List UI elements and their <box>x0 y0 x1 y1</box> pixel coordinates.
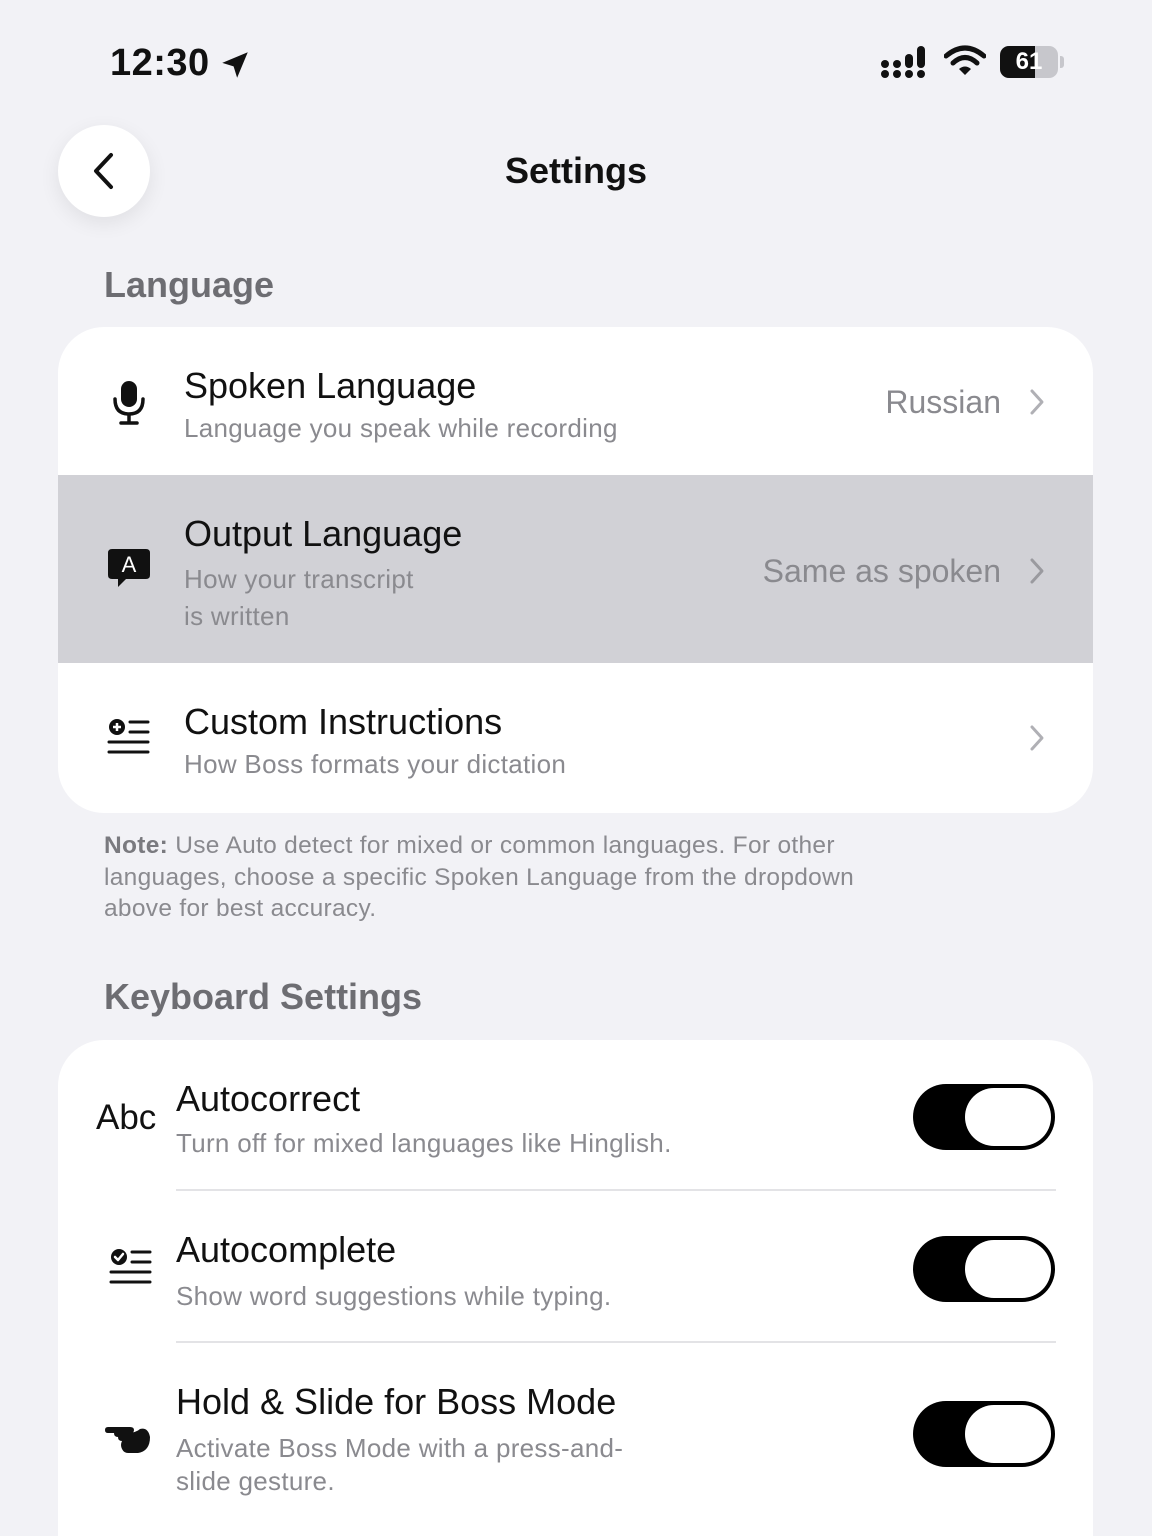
hold-slide-boss-mode-row: Hold & Slide for Boss Mode Activate Boss… <box>58 1343 1093 1536</box>
autocomplete-toggle[interactable] <box>913 1236 1055 1302</box>
page-title: Settings <box>504 150 647 191</box>
cellular-signal-icon <box>881 46 925 78</box>
output-language-row[interactable]: A Output Language How your transcript is… <box>58 475 1093 663</box>
autocorrect-title: Autocorrect <box>176 1078 361 1119</box>
chevron-right-icon <box>1030 725 1044 751</box>
section-title-keyboard-settings: Keyboard Settings <box>104 976 423 1017</box>
autocomplete-title: Autocomplete <box>176 1229 397 1270</box>
output-language-subtitle-line2: is written <box>184 601 290 631</box>
autocorrect-toggle[interactable] <box>913 1084 1055 1150</box>
keyboard-settings-card: Abc Autocorrect Turn off for mixed langu… <box>58 1040 1093 1536</box>
language-card: Spoken Language Language you speak while… <box>58 327 1093 813</box>
custom-instructions-row[interactable]: Custom Instructions How Boss formats you… <box>58 663 1093 813</box>
status-time: 12:30 <box>110 42 210 84</box>
toggle-knob <box>965 1240 1051 1298</box>
language-note: Note: Use Auto detect for mixed or commo… <box>104 830 924 925</box>
note-text: Use Auto detect for mixed or common lang… <box>104 832 855 922</box>
abc-icon: Abc <box>96 1098 157 1137</box>
autocomplete-subtitle: Show word suggestions while typing. <box>176 1281 612 1311</box>
location-arrow-icon <box>222 52 248 78</box>
list-check-icon <box>109 1249 152 1284</box>
list-plus-icon <box>107 719 150 754</box>
spoken-language-row[interactable]: Spoken Language Language you speak while… <box>58 327 1093 475</box>
chevron-right-icon <box>1030 558 1044 584</box>
settings-screen: 12:30 61 Settings Language Spoken Langua… <box>0 0 1152 1536</box>
autocorrect-row: Abc Autocorrect Turn off for mixed langu… <box>58 1040 1093 1190</box>
spoken-language-title: Spoken Language <box>184 365 477 406</box>
hold-slide-subtitle-line1: Activate Boss Mode with a press-and- <box>176 1433 624 1463</box>
spoken-language-subtitle: Language you speak while recording <box>184 413 618 443</box>
autocomplete-row: Autocomplete Show word suggestions while… <box>58 1191 1093 1341</box>
custom-instructions-title: Custom Instructions <box>184 701 503 742</box>
battery-percent: 61 <box>1015 48 1043 75</box>
status-bar: 12:30 61 <box>0 36 1152 92</box>
toggle-knob <box>965 1088 1051 1146</box>
pointing-hand-icon <box>105 1427 150 1453</box>
note-label: Note: <box>104 832 169 859</box>
chevron-right-icon <box>1030 389 1044 415</box>
output-language-title: Output Language <box>184 513 463 554</box>
custom-instructions-subtitle: How Boss formats your dictation <box>184 749 567 779</box>
hold-slide-subtitle-line2: slide gesture. <box>176 1466 335 1496</box>
spoken-language-value: Russian <box>885 384 1001 420</box>
section-title-language: Language <box>104 264 275 305</box>
autocorrect-subtitle: Turn off for mixed languages like Hingli… <box>176 1128 672 1158</box>
hold-slide-toggle[interactable] <box>913 1401 1055 1467</box>
hold-slide-title: Hold & Slide for Boss Mode <box>176 1381 617 1422</box>
svg-text:A: A <box>122 552 137 577</box>
toggle-knob <box>965 1405 1051 1463</box>
speech-bubble-a-icon: A <box>108 549 150 587</box>
output-language-subtitle-line1: How your transcript <box>184 564 414 594</box>
battery-indicator: 61 <box>1000 46 1064 78</box>
wifi-icon <box>944 45 986 75</box>
microphone-icon <box>113 381 145 425</box>
output-language-value: Same as spoken <box>762 553 1001 589</box>
